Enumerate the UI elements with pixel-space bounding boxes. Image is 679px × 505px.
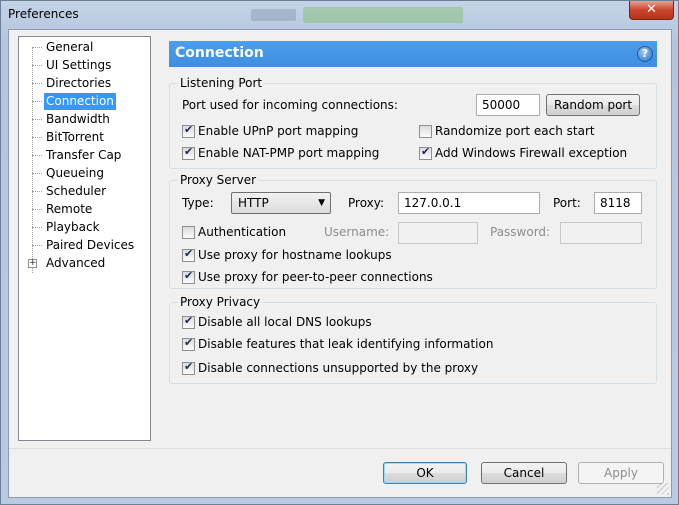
sidebar-item-playback[interactable]: Playback [19, 219, 150, 236]
tree-connector [32, 119, 42, 120]
sidebar-item-label: Advanced [46, 256, 106, 270]
enable-natpmp-label: Enable NAT-PMP port mapping [198, 146, 380, 160]
proxy-port-input[interactable]: 8118 [594, 192, 642, 214]
sidebar-item-scheduler[interactable]: Scheduler [19, 183, 150, 200]
dialog-button-bar: OK Cancel Apply [9, 448, 671, 497]
sidebar-item-general[interactable]: General [19, 39, 150, 56]
sidebar-item-label: Remote [46, 202, 93, 216]
listening-port-group: Listening Port Port used for incoming co… [169, 76, 657, 169]
sidebar-item-label: General [46, 40, 94, 54]
sidebar-item-bandwidth[interactable]: Bandwidth [19, 111, 150, 128]
preferences-window: Preferences ✕ General UI Settings Director… [0, 0, 679, 505]
sidebar-item-label: Scheduler [46, 184, 107, 198]
dropdown-arrow-icon: ▼ [318, 198, 325, 208]
sidebar-item-label: UI Settings [46, 58, 112, 72]
sidebar-item-paired-devices[interactable]: Paired Devices [19, 237, 150, 254]
category-tree[interactable]: General UI Settings Directories Connection B… [18, 36, 151, 441]
authentication-label: Authentication [198, 225, 287, 239]
enable-upnp-label: Enable UPnP port mapping [198, 124, 359, 138]
sidebar-item-queueing[interactable]: Queueing [19, 165, 150, 182]
username-label: Username: [324, 225, 390, 239]
port-label: Port used for incoming connections: [182, 98, 398, 112]
sidebar-item-ui-settings[interactable]: UI Settings [19, 57, 150, 74]
background-window-blur [303, 7, 463, 23]
sidebar-item-bittorrent[interactable]: BitTorrent [19, 129, 150, 146]
disable-leak-checkbox[interactable] [182, 336, 195, 351]
disable-unsupported-checkbox[interactable] [182, 360, 195, 375]
expand-plus-icon[interactable]: + [28, 259, 37, 268]
tree-connector [32, 191, 42, 192]
peer-connections-checkbox[interactable] [182, 269, 195, 284]
port-input[interactable]: 50000 [476, 94, 540, 116]
sidebar-item-label: Queueing [46, 166, 104, 180]
proxy-address-input[interactable]: 127.0.0.1 [398, 192, 540, 214]
apply-button[interactable]: Apply [578, 462, 664, 484]
title-bar[interactable]: Preferences ✕ [1, 1, 678, 29]
sidebar-item-label: Transfer Cap [46, 148, 122, 162]
randomize-port-label: Randomize port each start [435, 124, 595, 138]
peer-connections-label: Use proxy for peer-to-peer connections [198, 270, 433, 284]
tree-connector [32, 155, 42, 156]
sidebar-item-directories[interactable]: Directories [19, 75, 150, 92]
proxy-type-value: HTTP [238, 196, 269, 210]
cancel-button[interactable]: Cancel [481, 462, 567, 484]
sidebar-item-advanced[interactable]: + Advanced [19, 255, 150, 272]
hostname-lookups-checkbox[interactable] [182, 247, 195, 262]
random-port-button[interactable]: Random port [546, 94, 640, 116]
proxy-port-label: Port: [553, 196, 581, 210]
password-input[interactable] [560, 222, 642, 244]
section-header: Connection ? [169, 41, 657, 67]
sidebar-item-remote[interactable]: Remote [19, 201, 150, 218]
sidebar-item-label: Bandwidth [46, 112, 110, 126]
tree-connector [32, 227, 42, 228]
tree-connector [32, 101, 42, 102]
dialog-client-area: General UI Settings Directories Connection B… [8, 29, 672, 498]
background-window-blur [251, 9, 296, 21]
tree-connector [32, 209, 42, 210]
sidebar-item-label: Playback [46, 220, 100, 234]
close-button[interactable]: ✕ [629, 1, 674, 20]
proxy-type-label: Type: [182, 196, 214, 210]
hostname-lookups-label: Use proxy for hostname lookups [198, 248, 392, 262]
tree-connector [32, 137, 42, 138]
enable-natpmp-checkbox[interactable] [182, 145, 195, 160]
disable-dns-label: Disable all local DNS lookups [198, 315, 372, 329]
sidebar-item-label: Connection [44, 93, 116, 110]
window-title: Preferences [8, 7, 79, 21]
sidebar-item-label: Directories [46, 76, 112, 90]
group-title: Proxy Server [178, 173, 259, 187]
proxy-type-select[interactable]: HTTP ▼ [231, 192, 331, 214]
proxy-server-group: Proxy Server Type: HTTP ▼ Proxy: 127.0.0… [169, 173, 657, 289]
tree-connector [32, 47, 42, 48]
sidebar-item-connection[interactable]: Connection [19, 93, 150, 110]
tree-connector [32, 65, 42, 66]
close-icon: ✕ [646, 2, 657, 17]
add-firewall-checkbox[interactable] [419, 145, 432, 160]
enable-upnp-checkbox[interactable] [182, 123, 195, 138]
disable-dns-checkbox[interactable] [182, 314, 195, 329]
section-title: Connection [175, 45, 264, 61]
tree-connector [32, 173, 42, 174]
tree-connector [32, 245, 42, 246]
disable-unsupported-label: Disable connections unsupported by the p… [198, 361, 479, 375]
group-title: Proxy Privacy [178, 295, 263, 309]
randomize-port-checkbox[interactable] [419, 125, 432, 138]
username-input[interactable] [398, 222, 478, 244]
sidebar-item-transfer-cap[interactable]: Transfer Cap [19, 147, 150, 164]
ok-button[interactable]: OK [383, 462, 467, 484]
disable-leak-label: Disable features that leak identifying i… [198, 337, 494, 351]
add-firewall-label: Add Windows Firewall exception [435, 146, 628, 160]
group-title: Listening Port [178, 76, 265, 90]
proxy-address-label: Proxy: [348, 196, 385, 210]
password-label: Password: [490, 225, 551, 239]
sidebar-item-label: Paired Devices [46, 238, 135, 252]
help-icon[interactable]: ? [637, 46, 653, 62]
sidebar-item-label: BitTorrent [46, 130, 104, 144]
resize-grip-icon[interactable] [657, 483, 669, 495]
authentication-checkbox[interactable] [182, 226, 195, 239]
tree-connector [32, 83, 42, 84]
proxy-privacy-group: Proxy Privacy Disable all local DNS look… [169, 295, 657, 384]
